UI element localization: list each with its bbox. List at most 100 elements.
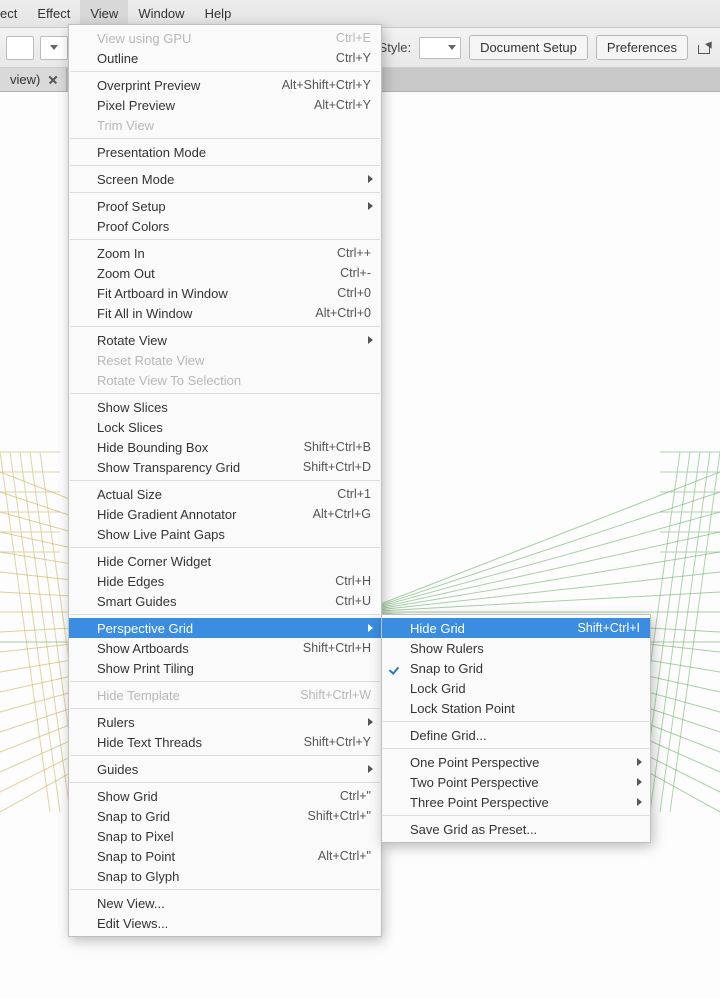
view-menu-item-new-view[interactable]: New View...	[69, 893, 381, 913]
menubar-item-select[interactable]: ect	[0, 0, 27, 27]
menu-item-label: Lock Grid	[410, 681, 640, 696]
menu-separator	[383, 815, 649, 816]
perspective-submenu-item-hide-grid[interactable]: Hide GridShift+Ctrl+I	[382, 618, 650, 638]
menu-item-label: Snap to Pixel	[97, 829, 371, 844]
menu-item-shortcut: Ctrl+1	[337, 487, 371, 501]
perspective-submenu-item-lock-station-point[interactable]: Lock Station Point	[382, 698, 650, 718]
view-menu-item-guides[interactable]: Guides	[69, 759, 381, 779]
view-menu-item-hide-edges[interactable]: Hide EdgesCtrl+H	[69, 571, 381, 591]
fill-swatch[interactable]	[6, 36, 34, 60]
document-setup-button[interactable]: Document Setup	[469, 35, 588, 60]
preferences-button[interactable]: Preferences	[596, 35, 688, 60]
menu-item-label: Screen Mode	[97, 172, 371, 187]
menu-item-label: Fit Artboard in Window	[97, 286, 325, 301]
view-menu-item-hide-corner-widget[interactable]: Hide Corner Widget	[69, 551, 381, 571]
view-menu-item-show-print-tiling[interactable]: Show Print Tiling	[69, 658, 381, 678]
perspective-submenu-item-snap-to-grid[interactable]: Snap to Grid	[382, 658, 650, 678]
view-menu-item-show-slices[interactable]: Show Slices	[69, 397, 381, 417]
menu-item-label: Lock Slices	[97, 420, 371, 435]
view-menu-item-snap-to-pixel[interactable]: Snap to Pixel	[69, 826, 381, 846]
view-menu-item-view-using-gpu: View using GPUCtrl+E	[69, 28, 381, 48]
view-menu-item-presentation-mode[interactable]: Presentation Mode	[69, 142, 381, 162]
menubar-item-view[interactable]: View	[80, 0, 128, 27]
view-menu-item-show-grid[interactable]: Show Grid Ctrl+"	[69, 786, 381, 806]
menu-separator	[70, 547, 380, 548]
view-menu-item-snap-to-point[interactable]: Snap to PointAlt+Ctrl+"	[69, 846, 381, 866]
menu-item-label: Proof Colors	[97, 219, 371, 234]
view-menu-item-zoom-in[interactable]: Zoom InCtrl++	[69, 243, 381, 263]
view-menu-item-reset-rotate-view: Reset Rotate View	[69, 350, 381, 370]
view-menu-item-lock-slices[interactable]: Lock Slices	[69, 417, 381, 437]
view-menu-item-hide-gradient-annotator[interactable]: Hide Gradient AnnotatorAlt+Ctrl+G	[69, 504, 381, 524]
menu-item-shortcut: Ctrl+0	[337, 286, 371, 300]
menu-item-shortcut: Shift+Ctrl+Y	[304, 735, 371, 749]
view-menu-item-edit-views[interactable]: Edit Views...	[69, 913, 381, 933]
menu-item-label: Fit All in Window	[97, 306, 303, 321]
perspective-submenu-item-show-rulers[interactable]: Show Rulers	[382, 638, 650, 658]
view-menu-item-rotate-view-to-selection: Rotate View To Selection	[69, 370, 381, 390]
menu-item-shortcut: Ctrl+-	[340, 266, 371, 280]
view-menu-item-pixel-preview[interactable]: Pixel Preview Alt+Ctrl+Y	[69, 95, 381, 115]
view-menu-item-hide-text-threads[interactable]: Hide Text ThreadsShift+Ctrl+Y	[69, 732, 381, 752]
menu-item-label: Zoom Out	[97, 266, 328, 281]
menu-item-shortcut: Alt+Ctrl+Y	[314, 98, 371, 112]
menu-item-label: Outline	[97, 51, 324, 66]
menu-item-label: Show Rulers	[410, 641, 640, 656]
view-menu-item-show-live-paint-gaps[interactable]: Show Live Paint Gaps	[69, 524, 381, 544]
menu-item-shortcut: Shift+Ctrl+H	[303, 641, 371, 655]
menu-item-label: Show Grid	[97, 789, 328, 804]
style-dropdown[interactable]	[419, 37, 461, 59]
document-tab[interactable]: view)	[0, 68, 67, 91]
menu-item-label: Guides	[97, 762, 371, 777]
view-menu-item-zoom-out[interactable]: Zoom Out Ctrl+-	[69, 263, 381, 283]
view-menu-item-proof-setup[interactable]: Proof Setup	[69, 196, 381, 216]
close-icon[interactable]	[48, 75, 58, 85]
menu-item-shortcut: Shift+Ctrl+D	[303, 460, 371, 474]
view-menu-item-snap-to-glyph[interactable]: Snap to Glyph	[69, 866, 381, 886]
menu-item-label: Snap to Grid	[97, 809, 296, 824]
view-menu-item-screen-mode[interactable]: Screen Mode	[69, 169, 381, 189]
menu-item-label: View using GPU	[97, 31, 324, 46]
view-menu-item-outline[interactable]: OutlineCtrl+Y	[69, 48, 381, 68]
menubar-item-window[interactable]: Window	[128, 0, 194, 27]
menu-item-shortcut: Alt+Ctrl+0	[315, 306, 371, 320]
menu-item-shortcut: Alt+Ctrl+"	[318, 849, 371, 863]
view-menu-item-perspective-grid[interactable]: Perspective Grid	[69, 618, 381, 638]
menubar-item-help[interactable]: Help	[195, 0, 242, 27]
perspective-submenu-item-lock-grid[interactable]: Lock Grid	[382, 678, 650, 698]
style-label: Style:	[379, 40, 412, 55]
menu-separator	[70, 614, 380, 615]
perspective-submenu-item-three-point-perspective[interactable]: Three Point Perspective	[382, 792, 650, 812]
view-menu-item-rotate-view[interactable]: Rotate View	[69, 330, 381, 350]
button-label: Document Setup	[480, 40, 577, 55]
chevron-right-icon	[368, 202, 373, 210]
view-menu-item-snap-to-grid[interactable]: Snap to GridShift+Ctrl+"	[69, 806, 381, 826]
view-menu-item-proof-colors[interactable]: Proof Colors	[69, 216, 381, 236]
menu-item-label: Perspective Grid	[97, 621, 371, 636]
view-menu-item-hide-bounding-box[interactable]: Hide Bounding BoxShift+Ctrl+B	[69, 437, 381, 457]
perspective-submenu-item-one-point-perspective[interactable]: One Point Perspective	[382, 752, 650, 772]
fill-dropdown[interactable]	[40, 36, 68, 60]
view-menu-item-show-transparency-grid[interactable]: Show Transparency GridShift+Ctrl+D	[69, 457, 381, 477]
view-menu-item-trim-view: Trim View	[69, 115, 381, 135]
view-menu-item-fit-all-in-window[interactable]: Fit All in Window Alt+Ctrl+0	[69, 303, 381, 323]
menu-separator	[70, 326, 380, 327]
menu-item-label: Pixel Preview	[97, 98, 302, 113]
menu-label: Effect	[37, 6, 70, 21]
view-menu-item-actual-size[interactable]: Actual SizeCtrl+1	[69, 484, 381, 504]
view-menu-item-smart-guides[interactable]: Smart GuidesCtrl+U	[69, 591, 381, 611]
perspective-submenu-item-save-grid-as-preset[interactable]: Save Grid as Preset...	[382, 819, 650, 839]
view-menu-item-show-artboards[interactable]: Show ArtboardsShift+Ctrl+H	[69, 638, 381, 658]
menu-label: ect	[0, 6, 17, 21]
view-menu-item-overprint-preview[interactable]: Overprint PreviewAlt+Shift+Ctrl+Y	[69, 75, 381, 95]
chevron-right-icon	[637, 798, 642, 806]
menu-item-label: Show Slices	[97, 400, 371, 415]
menubar-item-effect[interactable]: Effect	[27, 0, 80, 27]
menu-item-shortcut: Ctrl+"	[340, 789, 371, 803]
share-icon[interactable]	[696, 39, 714, 57]
menu-item-label: Rulers	[97, 715, 371, 730]
view-menu-item-fit-artboard-in-window[interactable]: Fit Artboard in Window Ctrl+0	[69, 283, 381, 303]
perspective-submenu-item-two-point-perspective[interactable]: Two Point Perspective	[382, 772, 650, 792]
view-menu-item-rulers[interactable]: Rulers	[69, 712, 381, 732]
perspective-submenu-item-define-grid[interactable]: Define Grid...	[382, 725, 650, 745]
